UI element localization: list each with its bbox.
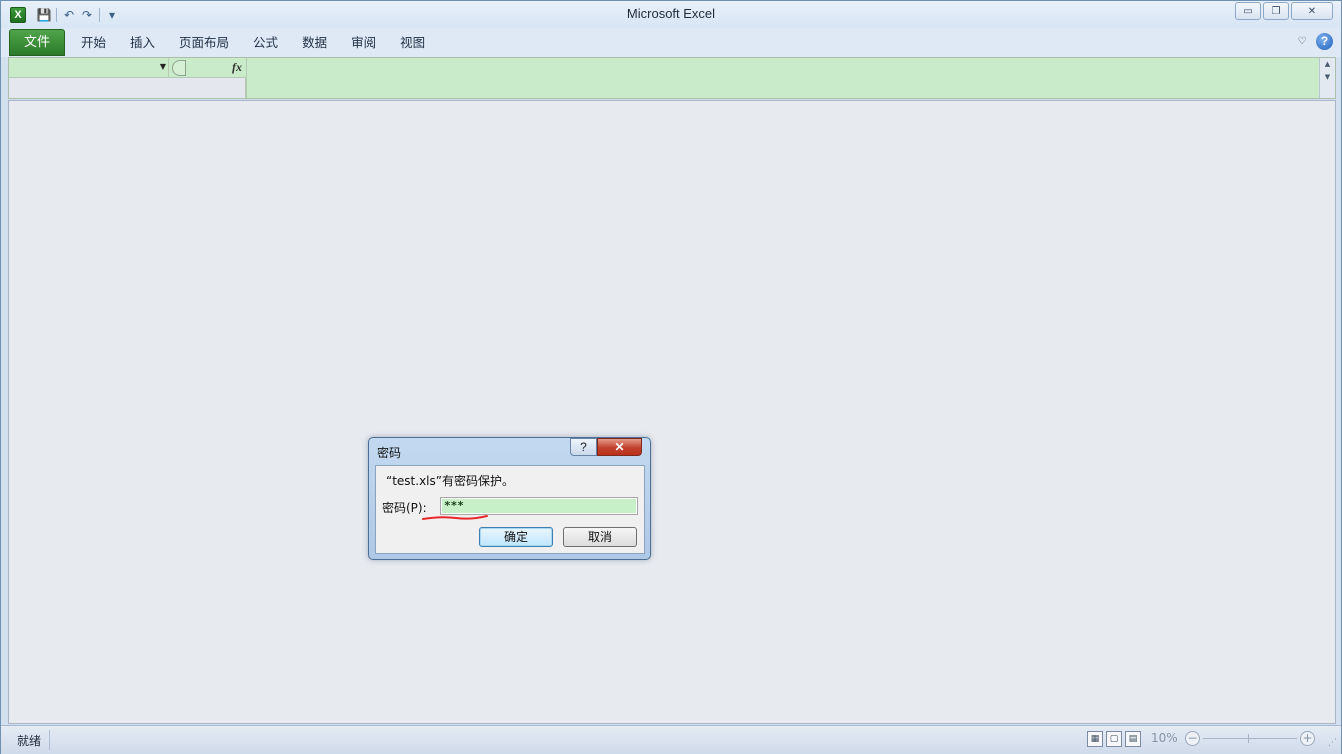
scroll-up-icon[interactable]: ▲: [1320, 58, 1335, 71]
close-button[interactable]: ✕: [1291, 2, 1333, 20]
dialog-help-button[interactable]: ?: [570, 438, 597, 456]
cancel-button[interactable]: 取消: [563, 527, 637, 547]
status-text: 就绪: [17, 734, 42, 748]
page-break-view-icon[interactable]: ▤: [1125, 731, 1141, 747]
tab-view[interactable]: 视图: [388, 28, 437, 57]
dialog-title: 密码: [377, 446, 402, 460]
password-input[interactable]: ***: [440, 497, 638, 515]
zoom-slider-center-tick: [1248, 734, 1249, 743]
excel-window: X 💾 ↶ ↷ ▾ Microsoft Excel ▭ ❐ ✕ 文件 开始 插入…: [0, 0, 1342, 754]
minimize-button[interactable]: ▭: [1235, 2, 1261, 20]
minimize-ribbon-icon[interactable]: ♡: [1294, 34, 1310, 50]
tab-review[interactable]: 审阅: [339, 28, 388, 57]
resize-grip-icon[interactable]: ⋰: [1328, 738, 1337, 748]
red-underline-annotation: [422, 515, 488, 520]
protection-message: “test.xls”有密码保护。: [386, 474, 514, 488]
ok-button[interactable]: 确定: [479, 527, 553, 547]
zoom-level[interactable]: 10%: [1151, 731, 1178, 745]
tab-formulas[interactable]: 公式: [241, 28, 290, 57]
zoom-in-icon[interactable]: +: [1300, 731, 1315, 746]
window-controls: ▭ ❐ ✕: [1233, 2, 1333, 20]
tab-data[interactable]: 数据: [290, 28, 339, 57]
normal-view-icon[interactable]: ▦: [1087, 731, 1103, 747]
workbook-area: [8, 100, 1336, 724]
password-value: ***: [442, 499, 636, 513]
view-buttons: ▦ ▢ ▤: [1087, 731, 1144, 747]
dialog-close-button[interactable]: ✕: [597, 438, 642, 456]
formula-bar: ▼ fx ▲ ▼: [8, 57, 1336, 99]
tab-file[interactable]: 文件: [9, 29, 65, 56]
zoom-out-icon[interactable]: −: [1185, 731, 1200, 746]
formula-bar-resize-handle[interactable]: [172, 60, 186, 76]
dialog-body: “test.xls”有密码保护。 密码(P): *** 确定 取消: [375, 465, 645, 554]
password-label: 密码(P):: [382, 501, 427, 515]
ribbon-right-controls: ♡ ?: [1294, 33, 1333, 50]
help-icon[interactable]: ?: [1316, 33, 1333, 50]
name-box[interactable]: ▼: [9, 58, 169, 78]
status-bar: 就绪 ▦ ▢ ▤ 10% − + ⋰: [1, 725, 1341, 754]
scroll-down-icon[interactable]: ▼: [1320, 71, 1335, 84]
ribbon-tab-row: 文件 开始 插入 页面布局 公式 数据 审阅 视图 ♡ ?: [1, 28, 1341, 57]
formula-bar-scrollbar[interactable]: ▲ ▼: [1319, 58, 1335, 98]
insert-function-icon[interactable]: fx: [232, 60, 242, 75]
page-layout-view-icon[interactable]: ▢: [1106, 731, 1122, 747]
formula-input[interactable]: [246, 58, 1319, 98]
restore-button[interactable]: ❐: [1263, 2, 1289, 20]
status-separator: [49, 730, 50, 750]
zoom-slider[interactable]: [1203, 738, 1297, 739]
formula-bar-left-panel: [9, 78, 246, 98]
ribbon-tabs: 开始 插入 页面布局 公式 数据 审阅 视图: [69, 28, 437, 57]
tab-home[interactable]: 开始: [69, 28, 118, 57]
tab-insert[interactable]: 插入: [118, 28, 167, 57]
title-bar[interactable]: X 💾 ↶ ↷ ▾ Microsoft Excel ▭ ❐ ✕: [1, 1, 1341, 28]
window-title: Microsoft Excel: [626, 6, 716, 21]
tab-page-layout[interactable]: 页面布局: [167, 28, 241, 57]
password-dialog: 密码 ? ✕ “test.xls”有密码保护。 密码(P): *** 确定 取消: [368, 437, 651, 560]
function-area: fx: [169, 58, 246, 78]
name-box-dropdown-icon[interactable]: ▼: [160, 62, 166, 71]
